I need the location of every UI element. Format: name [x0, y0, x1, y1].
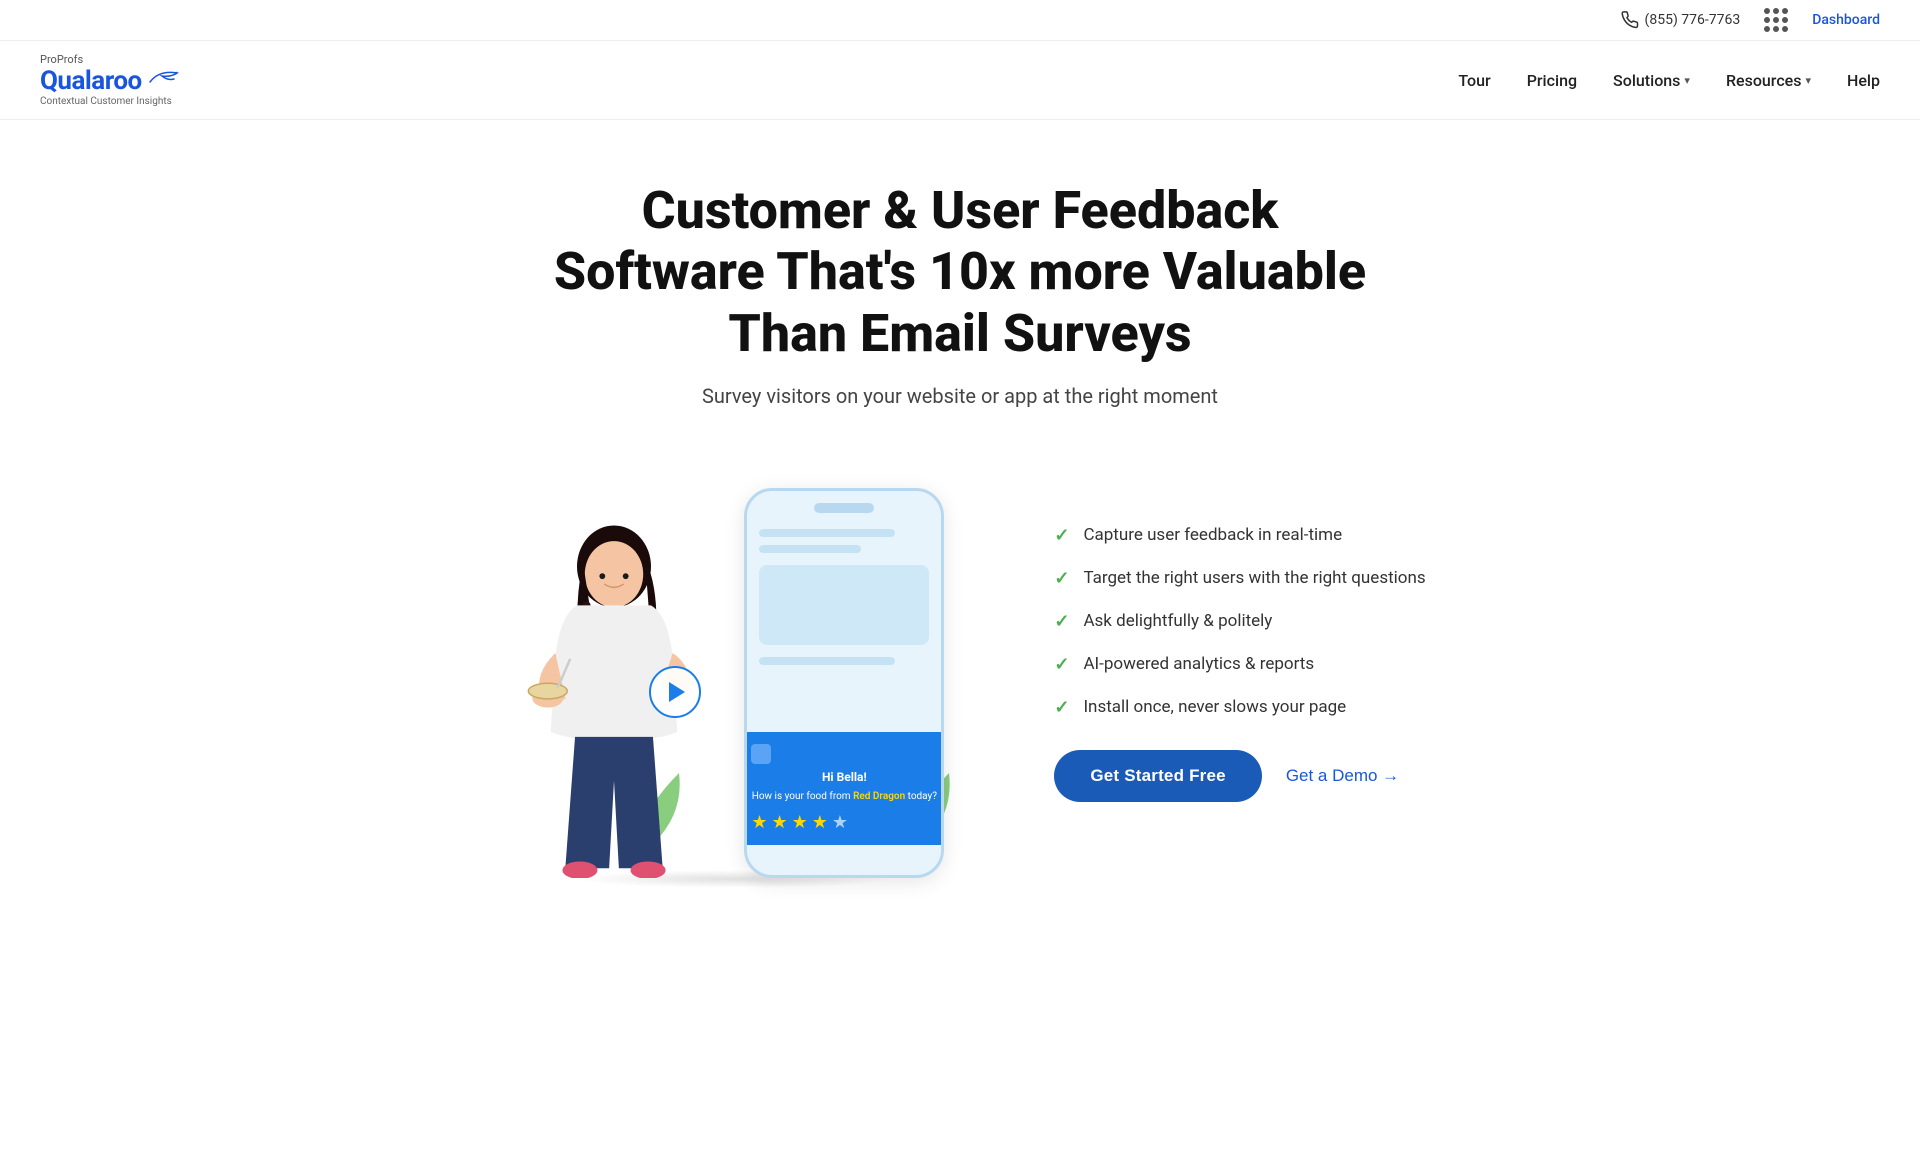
get-demo-button[interactable]: Get a Demo → [1286, 766, 1399, 786]
nav-resources[interactable]: Resources ▾ [1726, 71, 1811, 90]
phone-line-2 [759, 545, 861, 553]
main-nav: Tour Pricing Solutions ▾ Resources ▾ Hel… [1458, 71, 1880, 90]
feature-item-4: ✓ AI-powered analytics & reports [1054, 654, 1425, 675]
phone-mockup: Hi Bella! How is your food from Red Drag… [744, 488, 944, 878]
star-5: ★ [832, 812, 848, 833]
star-1: ★ [751, 812, 767, 833]
resources-chevron-icon: ▾ [1805, 74, 1811, 87]
star-4: ★ [812, 812, 828, 833]
cta-area: Get Started Free Get a Demo → [1054, 750, 1399, 802]
hero-subtitle: Survey visitors on your website or app a… [702, 384, 1218, 408]
features-list: ✓ Capture user feedback in real-time ✓ T… [1054, 525, 1425, 718]
survey-question: How is your food from Red Dragon today? [751, 790, 937, 804]
proprofs-label: ProProfs [40, 53, 180, 66]
hero-illustration: Hi Bella! How is your food from Red Drag… [494, 448, 974, 878]
phone-number: (855) 776-7763 [1621, 11, 1741, 29]
get-started-button[interactable]: Get Started Free [1054, 750, 1261, 802]
feature-item-3: ✓ Ask delightfully & politely [1054, 611, 1425, 632]
feature-item-5: ✓ Install once, never slows your page [1054, 697, 1425, 718]
logo-tagline: Contextual Customer Insights [40, 96, 180, 107]
features-cta-area: ✓ Capture user feedback in real-time ✓ T… [1054, 525, 1425, 802]
apps-grid-icon[interactable] [1764, 8, 1788, 32]
survey-highlight: Red Dragon [853, 791, 905, 802]
nav-pricing[interactable]: Pricing [1527, 71, 1577, 90]
top-bar: (855) 776-7763 Dashboard [0, 0, 1920, 41]
logo[interactable]: ProProfs Qualaroo Contextual Customer In… [40, 53, 180, 107]
nav-solutions[interactable]: Solutions ▾ [1613, 71, 1690, 90]
logo-bird-icon [144, 67, 180, 91]
survey-icon [751, 744, 771, 764]
logo-main: Qualaroo [40, 66, 180, 96]
survey-stars: ★ ★ ★ ★ ★ [751, 812, 937, 833]
play-triangle-icon [669, 682, 685, 702]
phone-screen [747, 521, 941, 673]
check-icon-5: ✓ [1054, 697, 1069, 718]
phone-line-3 [759, 657, 895, 665]
phone-text: (855) 776-7763 [1645, 12, 1741, 28]
check-icon-2: ✓ [1054, 568, 1069, 589]
hero-content: Hi Bella! How is your food from Red Drag… [360, 448, 1560, 878]
star-3: ★ [792, 812, 808, 833]
solutions-chevron-icon: ▾ [1684, 74, 1690, 87]
phone-icon [1621, 11, 1639, 29]
header: ProProfs Qualaroo Contextual Customer In… [0, 41, 1920, 120]
nav-tour[interactable]: Tour [1458, 71, 1490, 90]
check-icon-1: ✓ [1054, 525, 1069, 546]
feature-item-1: ✓ Capture user feedback in real-time [1054, 525, 1425, 546]
check-icon-3: ✓ [1054, 611, 1069, 632]
check-icon-4: ✓ [1054, 654, 1069, 675]
nav-help[interactable]: Help [1847, 71, 1880, 90]
phone-shell: Hi Bella! How is your food from Red Drag… [744, 488, 944, 878]
survey-popup: Hi Bella! How is your food from Red Drag… [744, 732, 944, 845]
feature-item-2: ✓ Target the right users with the right … [1054, 568, 1425, 589]
hero-section: Customer & User Feedback Software That's… [0, 120, 1920, 898]
star-2: ★ [771, 812, 787, 833]
hero-title: Customer & User Feedback Software That's… [550, 180, 1370, 364]
phone-notch [814, 503, 874, 513]
logo-name: Qualaroo [40, 66, 142, 96]
dashboard-link[interactable]: Dashboard [1812, 12, 1880, 28]
survey-greeting: Hi Bella! [751, 770, 937, 784]
phone-content-box [759, 565, 929, 645]
phone-line-1 [759, 529, 895, 537]
